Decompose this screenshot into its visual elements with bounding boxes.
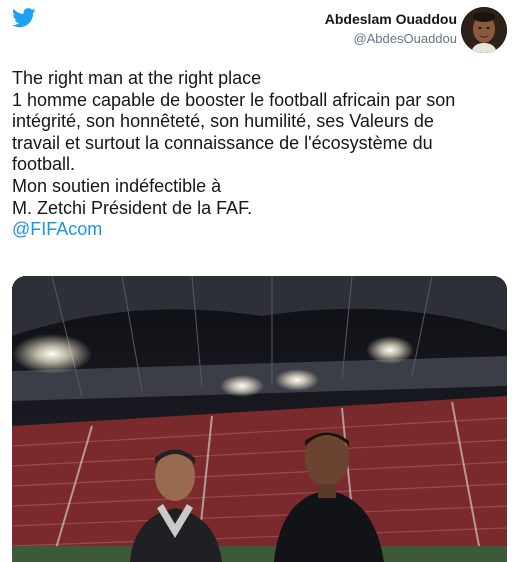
tweet-photo[interactable] <box>12 276 507 562</box>
tweet-line: football. <box>12 154 76 175</box>
twitter-bird-icon[interactable] <box>12 8 36 28</box>
tweet-line: Mon soutien indéfectible à <box>12 175 222 196</box>
tweet-text: The right man at the right place 1 homme… <box>12 68 507 241</box>
tweet-line: intégrité, son honnêteté, son humilité, … <box>12 111 434 132</box>
mention-link[interactable]: @FIFAcom <box>12 219 102 239</box>
tweet-line: The right man at the right place <box>12 68 262 88</box>
tweet-line: 1 homme capable de booster le football a… <box>12 89 456 110</box>
tweet-line: M. Zetchi Président de la FAF. <box>12 197 253 218</box>
author-info[interactable]: Abdeslam Ouaddou @AbdesOuaddou <box>325 10 457 48</box>
author-name[interactable]: Abdeslam Ouaddou <box>325 10 457 28</box>
tweet-line: travail et surtout la connaissance de l'… <box>12 132 433 153</box>
author-handle[interactable]: @AbdesOuaddou <box>325 30 457 48</box>
tweet-card: Abdeslam Ouaddou @AbdesOuaddou The right… <box>0 0 515 562</box>
avatar[interactable] <box>461 7 507 53</box>
